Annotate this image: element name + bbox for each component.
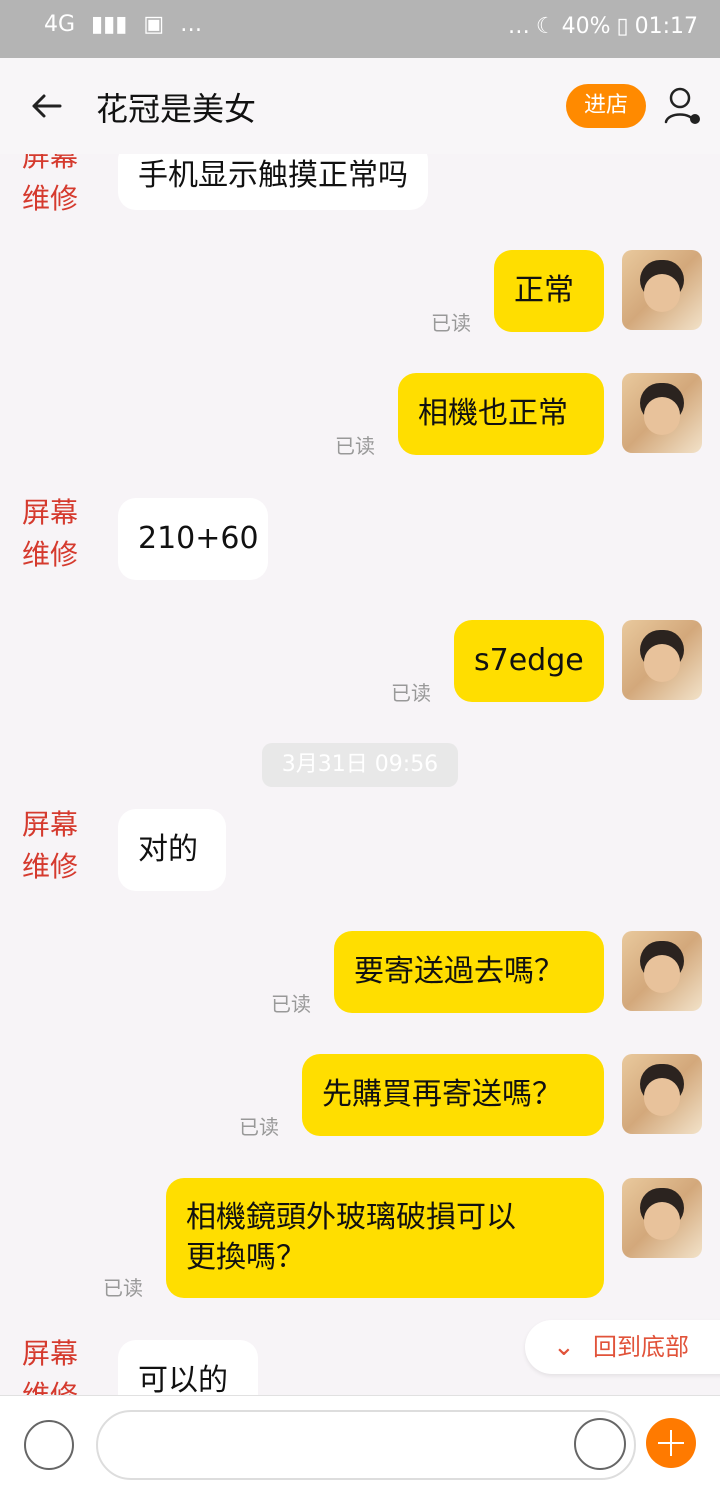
- avatar: [622, 373, 702, 453]
- signal-icon: ▮▮▮: [91, 12, 128, 37]
- voice-input-icon[interactable]: [24, 1420, 74, 1470]
- status-left: 4G ▮▮▮ ▣ …: [44, 12, 202, 37]
- message-bubble-left: 手机显示触摸正常吗: [118, 154, 428, 210]
- chat-title: 花冠是美女: [96, 90, 257, 128]
- battery-icon: ▯: [616, 14, 629, 39]
- battery-text: 40%: [561, 14, 611, 39]
- read-status: 已读: [103, 1276, 143, 1300]
- read-status: 已读: [335, 434, 375, 458]
- message-bubble-left: 对的: [118, 809, 226, 891]
- top-bar: 花冠是美女 进店: [0, 58, 720, 154]
- status-right: … ☾ 40% ▯ 01:17: [508, 14, 698, 39]
- network-text: 4G: [44, 12, 76, 37]
- message-composer: [0, 1395, 720, 1498]
- message-input[interactable]: [96, 1410, 636, 1480]
- avatar: [622, 1054, 702, 1134]
- chevron-down-icon: ⌄: [553, 1332, 575, 1362]
- image-icon: ▣: [143, 12, 165, 37]
- avatar: [622, 620, 702, 700]
- read-status: 已读: [391, 681, 431, 705]
- back-arrow-icon[interactable]: [26, 86, 66, 126]
- avatar: [622, 931, 702, 1011]
- timestamp: 3月31日 09:56: [262, 743, 458, 787]
- message-bubble-left: 210+60: [118, 498, 268, 580]
- shop-button[interactable]: 进店: [566, 84, 646, 128]
- partner-name: 屏幕维修: [22, 808, 79, 883]
- message-bubble-right: 相機鏡頭外玻璃破損可以 更換嗎？: [166, 1178, 604, 1298]
- back-to-bottom-label: 回到底部: [593, 1333, 689, 1361]
- message-bubble-right: 相機也正常: [398, 373, 604, 455]
- moon-alarm-icon: ☾: [535, 14, 556, 39]
- avatar: [622, 1178, 702, 1258]
- more-icon-right: …: [507, 14, 530, 39]
- message-bubble-right: 先購買再寄送嗎？: [302, 1054, 604, 1136]
- message-bubble-left: 可以的: [118, 1340, 258, 1395]
- time-text: 01:17: [634, 14, 698, 39]
- partner-name: 屏幕维修: [22, 496, 79, 571]
- back-to-bottom-button[interactable]: ⌄ 回到底部: [525, 1320, 720, 1374]
- status-bar: 4G ▮▮▮ ▣ … … ☾ 40% ▯ 01:17: [0, 0, 720, 58]
- partner-name: 屏幕维修: [22, 154, 79, 215]
- emoji-icon[interactable]: [574, 1418, 626, 1470]
- read-status: 已读: [431, 311, 471, 335]
- message-bubble-right: 要寄送過去嗎？: [334, 931, 604, 1013]
- more-icon: …: [180, 12, 203, 37]
- avatar: [622, 250, 702, 330]
- chat-area: 屏幕 维修 手机显示触摸正常吗 正常 已读 相機也正常 已读 屏幕 维修 210+6…: [0, 154, 720, 1395]
- read-status: 已读: [239, 1115, 279, 1139]
- user-settings-icon[interactable]: [660, 84, 704, 128]
- partner-name: 屏幕维修: [22, 1337, 79, 1395]
- add-icon[interactable]: [646, 1418, 696, 1468]
- read-status: 已读: [271, 992, 311, 1016]
- message-bubble-right: s7edge: [454, 620, 604, 702]
- message-bubble-right: 正常: [494, 250, 604, 332]
